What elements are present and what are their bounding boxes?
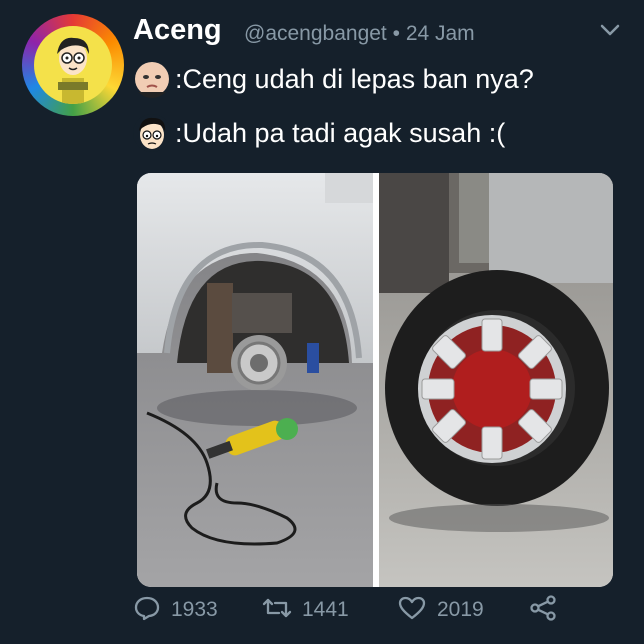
tweet-line-2: :Udah pa tadi agak susah :( (133, 113, 505, 153)
tweet-timestamp[interactable]: 24 Jam (406, 22, 475, 45)
tweet-text-line: :Ceng udah di lepas ban nya? (175, 63, 534, 94)
reply-count: 1933 (171, 598, 218, 621)
heart-icon (397, 595, 427, 626)
tweet-meta: @acengbanget • 24 Jam (244, 22, 475, 46)
baby-face-icon (133, 60, 171, 98)
tweet-photo[interactable] (137, 173, 613, 587)
tweet-text-line: :Udah pa tadi agak susah :( (175, 117, 506, 148)
share-button[interactable] (528, 590, 558, 630)
meta-separator: • (392, 22, 400, 45)
chevron-down-icon[interactable] (598, 20, 622, 40)
like-button[interactable]: 2019 (397, 590, 484, 630)
retweet-button[interactable]: 1441 (262, 590, 349, 630)
retweet-count: 1441 (302, 598, 349, 621)
user-handle[interactable]: @acengbanget (244, 22, 387, 45)
tweet-actions: 1933 1441 2019 (0, 590, 644, 630)
avatar[interactable] (22, 14, 124, 116)
photo-panel-tire (379, 173, 613, 587)
retweet-icon (262, 596, 292, 625)
reply-button[interactable]: 1933 (133, 590, 218, 630)
avatar-image (34, 26, 112, 104)
photo-panel-car-wheel (137, 173, 373, 587)
like-count: 2019 (437, 598, 484, 621)
display-name[interactable]: Aceng (133, 14, 222, 47)
comment-icon (133, 595, 161, 626)
tweet-line-1: :Ceng udah di lepas ban nya? (133, 59, 534, 99)
cartoon-boy-icon (133, 114, 171, 152)
share-icon (528, 594, 558, 627)
